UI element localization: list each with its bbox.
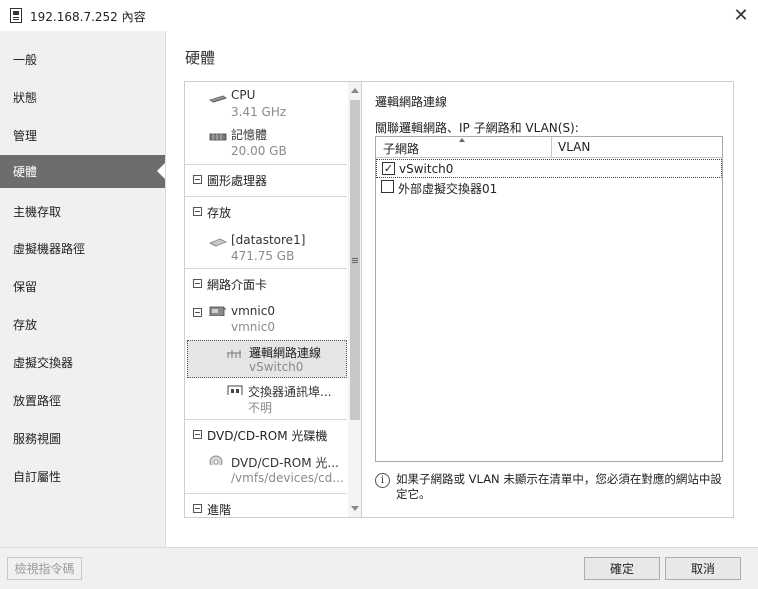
datastore-label: [datastore1] [231,233,306,247]
tree-item-logical-network[interactable]: 邏輯網路連線 vSwitch0 [187,340,347,378]
tree-group-storage[interactable]: 存放 [185,196,347,226]
scroll-up-icon[interactable] [351,88,359,93]
cancel-button[interactable]: 取消 [665,557,741,580]
datastore-value: 471.75 GB [231,249,295,263]
switch-port-icon [227,385,243,395]
scroll-down-icon[interactable] [351,506,359,511]
column-vlan-label: VLAN [558,140,591,154]
logical-network-value: vSwitch0 [249,360,304,374]
tree-item-vmnic0[interactable]: vmnic0 vmnic0 [185,298,347,338]
storage-group-label: 存放 [207,206,232,220]
cpu-label: CPU [231,88,256,102]
sidebar-item-general[interactable]: 一般 [0,43,165,76]
table-row[interactable]: 外部虛擬交換器01 [376,178,722,197]
tree-group-graphics[interactable]: 圖形處理器 [185,164,347,194]
tree-item-cpu[interactable]: CPU 3.41 GHz [185,82,347,122]
column-header-subnet[interactable]: 子網路 [376,137,552,158]
sort-ascending-icon [459,138,465,142]
tree-item-datastore[interactable]: [datastore1] 471.75 GB [185,226,347,266]
properties-window-icon [10,8,22,23]
nic-group-label: 網路介面卡 [207,278,268,292]
grid-header: 子網路 VLAN [376,137,722,158]
sidebar: 一般 狀態 管理 硬體 主機存取 虛擬機器路徑 保留 存放 虛擬交換器 放置路徑… [0,31,165,547]
tree-group-advanced[interactable]: 進階 [185,493,347,517]
cpu-icon [209,95,227,103]
collapse-icon[interactable] [193,207,202,216]
sidebar-item-storage[interactable]: 存放 [0,308,165,341]
memory-label: 記憶體 [231,128,268,142]
page-title: 硬體 [185,49,216,67]
close-icon[interactable]: ✕ [730,4,752,26]
footer: 檢視指令碼 確定 取消 [0,547,758,589]
tree-item-dvd-drive[interactable]: DVD/CD-ROM 光... /vmfs/devices/cd... [185,449,347,493]
disc-icon [209,455,223,465]
collapse-icon[interactable] [193,504,202,513]
sidebar-item-host-access[interactable]: 主機存取 [0,195,165,228]
advanced-group-label: 進階 [207,503,232,517]
cpu-value: 3.41 GHz [231,105,287,119]
collapse-icon[interactable] [193,175,202,184]
network-card-icon [209,306,226,316]
vmnic-value: vmnic0 [231,320,275,334]
dvd-label: DVD/CD-ROM 光... [231,456,339,470]
row-label: 外部虛擬交換器01 [398,182,498,196]
info-message: 如果子網路或 VLAN 未顯示在清單中，您必須在對應的網站中設定它。 [396,472,722,501]
column-header-vlan[interactable]: VLAN [552,137,722,158]
sidebar-item-custom-properties[interactable]: 自訂屬性 [0,460,165,493]
window-title: 192.168.7.252 內容 [30,10,146,24]
sidebar-item-placement-paths[interactable]: 放置路徑 [0,384,165,417]
sidebar-item-reserve[interactable]: 保留 [0,270,165,303]
logical-network-icon [227,350,241,358]
detail-panel: 邏輯網路連線 關聯邏輯網路、IP 子網路和 VLAN(S): 子網路 VLAN … [362,81,734,518]
sidebar-item-hardware[interactable]: 硬體 [0,155,165,188]
info-icon: i [375,473,390,488]
collapse-icon[interactable] [193,430,202,439]
dvd-value: /vmfs/devices/cd... [231,471,344,485]
vmnic-label: vmnic0 [231,304,275,318]
collapse-icon[interactable] [193,279,202,288]
sidebar-item-vm-paths[interactable]: 虛擬機器路徑 [0,232,165,265]
dvd-group-label: DVD/CD-ROM 光碟機 [207,429,328,443]
switch-port-label: 交換器通訊埠... [248,385,332,399]
tree-item-memory[interactable]: 記憶體 20.00 GB [185,122,347,162]
row-checkbox[interactable]: ✓ [382,162,395,175]
tree-item-switch-port[interactable]: 交換器通訊埠... 不明 [185,380,347,416]
memory-value: 20.00 GB [231,144,287,158]
sidebar-item-status[interactable]: 狀態 [0,81,165,114]
sidebar-item-service-view[interactable]: 服務視圖 [0,422,165,455]
title-bar: 192.168.7.252 內容 ✕ [0,0,758,31]
hardware-tree: CPU 3.41 GHz 記憶體 20.00 GB 圖形處理器 存放 [data… [184,81,362,518]
tree-scrollbar[interactable] [348,82,361,517]
detail-title: 邏輯網路連線 [375,95,448,109]
graphics-group-label: 圖形處理器 [207,174,268,188]
detail-description: 關聯邏輯網路、IP 子網路和 VLAN(S): [375,121,579,135]
switch-port-value: 不明 [248,401,273,415]
memory-icon [209,133,227,141]
main-content: 硬體 CPU 3.41 GHz 記憶體 20.00 GB 圖形處理器 存放 [d… [165,31,758,547]
sidebar-item-management[interactable]: 管理 [0,119,165,152]
disk-icon [209,238,227,247]
scrollbar-grip-icon [352,258,358,259]
row-label: vSwitch0 [399,162,454,176]
subnet-grid: 子網路 VLAN ✓ vSwitch0 外部虛擬交換器01 [375,136,723,462]
view-script-button[interactable]: 檢視指令碼 [7,557,82,580]
table-row[interactable]: ✓ vSwitch0 [376,159,722,178]
tree-group-network-adapters[interactable]: 網路介面卡 [185,268,347,298]
logical-network-label: 邏輯網路連線 [249,346,322,360]
row-checkbox[interactable] [381,180,394,193]
scrollbar-thumb[interactable] [350,100,360,420]
collapse-icon[interactable] [193,308,202,317]
ok-button[interactable]: 確定 [584,557,660,580]
column-subnet-label: 子網路 [383,142,420,156]
tree-group-dvd[interactable]: DVD/CD-ROM 光碟機 [185,419,347,449]
sidebar-item-virtual-switch[interactable]: 虛擬交換器 [0,346,165,379]
